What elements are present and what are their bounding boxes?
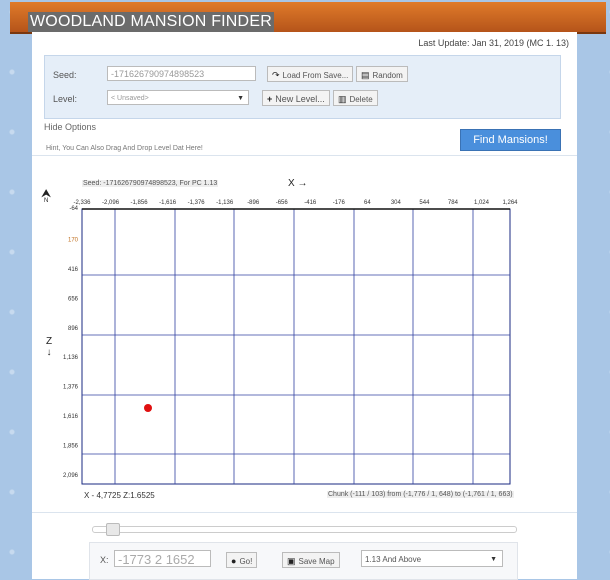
save-map-label: Save Map [298, 557, 335, 566]
go-button[interactable]: ● Go! [226, 552, 258, 568]
z-tick-label: 896 [68, 326, 79, 332]
zoom-slider-thumb[interactable] [106, 523, 120, 536]
x-tick-label: -416 [304, 200, 317, 206]
x-tick-label: 304 [391, 200, 402, 206]
coord-input[interactable]: -1773 2 1652 [114, 550, 211, 567]
x-tick-label: -1,376 [188, 200, 206, 206]
version-select[interactable]: 1.13 And Above ▼ [361, 550, 503, 567]
cursor-coords: X - 4,7725 Z:1.6525 [84, 491, 155, 500]
goto-bar: X: -1773 2 1652 ● Go! ▣ Save Map 1.13 And … [89, 542, 518, 580]
mansion-map[interactable]: -2,336 -2,096 -1,856 -1,616 -1,376 -1,136 -896… [32, 32, 577, 512]
x-tick-label: -176 [333, 200, 346, 206]
chevron-down-icon: ▼ [490, 556, 497, 563]
save-map-button[interactable]: ▣ Save Map [282, 552, 340, 568]
x-label: X: [100, 555, 109, 565]
divider-bottom [32, 512, 577, 513]
zoom-slider[interactable] [92, 526, 517, 533]
main-card: Last Update: Jan 31, 2019 (MC 1. 13) See… [32, 32, 577, 580]
title-banner: WOODLAND MANSION FINDER [10, 2, 606, 34]
z-tick-label: 416 [68, 267, 79, 273]
x-tick-label: 1,024 [474, 200, 490, 206]
app-title: WOODLAND MANSION FINDER [28, 12, 274, 32]
version-value: 1.13 And Above [365, 555, 422, 564]
z-tick-label: 1,616 [63, 414, 79, 420]
x-tick-label: 784 [448, 200, 459, 206]
z-tick-label: 170 [68, 237, 79, 243]
z-tick-label: 2,096 [63, 473, 79, 479]
z-tick-label: 656 [68, 296, 79, 302]
save-icon: ▣ [287, 556, 296, 566]
z-tick-label: 1,856 [63, 444, 79, 450]
chunk-info: Chunk (-111 / 103) from (-1,776 / 1, 648… [327, 491, 514, 498]
x-tick-label: 64 [364, 200, 371, 206]
map-frame [81, 208, 511, 485]
mansion-marker[interactable] [144, 404, 152, 412]
z-tick-label: -64 [69, 206, 78, 212]
x-tick-label: -1,616 [159, 200, 177, 206]
x-tick-label: -2,096 [102, 200, 120, 206]
x-tick-label: 544 [419, 200, 430, 206]
x-tick-label: -656 [276, 200, 289, 206]
go-label: Go! [239, 557, 253, 566]
x-tick-label: -1,136 [216, 200, 234, 206]
x-tick-label: 1,264 [502, 200, 518, 206]
x-tick-label: -1,856 [131, 200, 149, 206]
go-icon: ● [231, 556, 237, 566]
z-tick-label: 1,136 [63, 355, 79, 361]
x-tick-label: -896 [247, 200, 260, 206]
z-tick-label: 1,376 [63, 385, 79, 391]
